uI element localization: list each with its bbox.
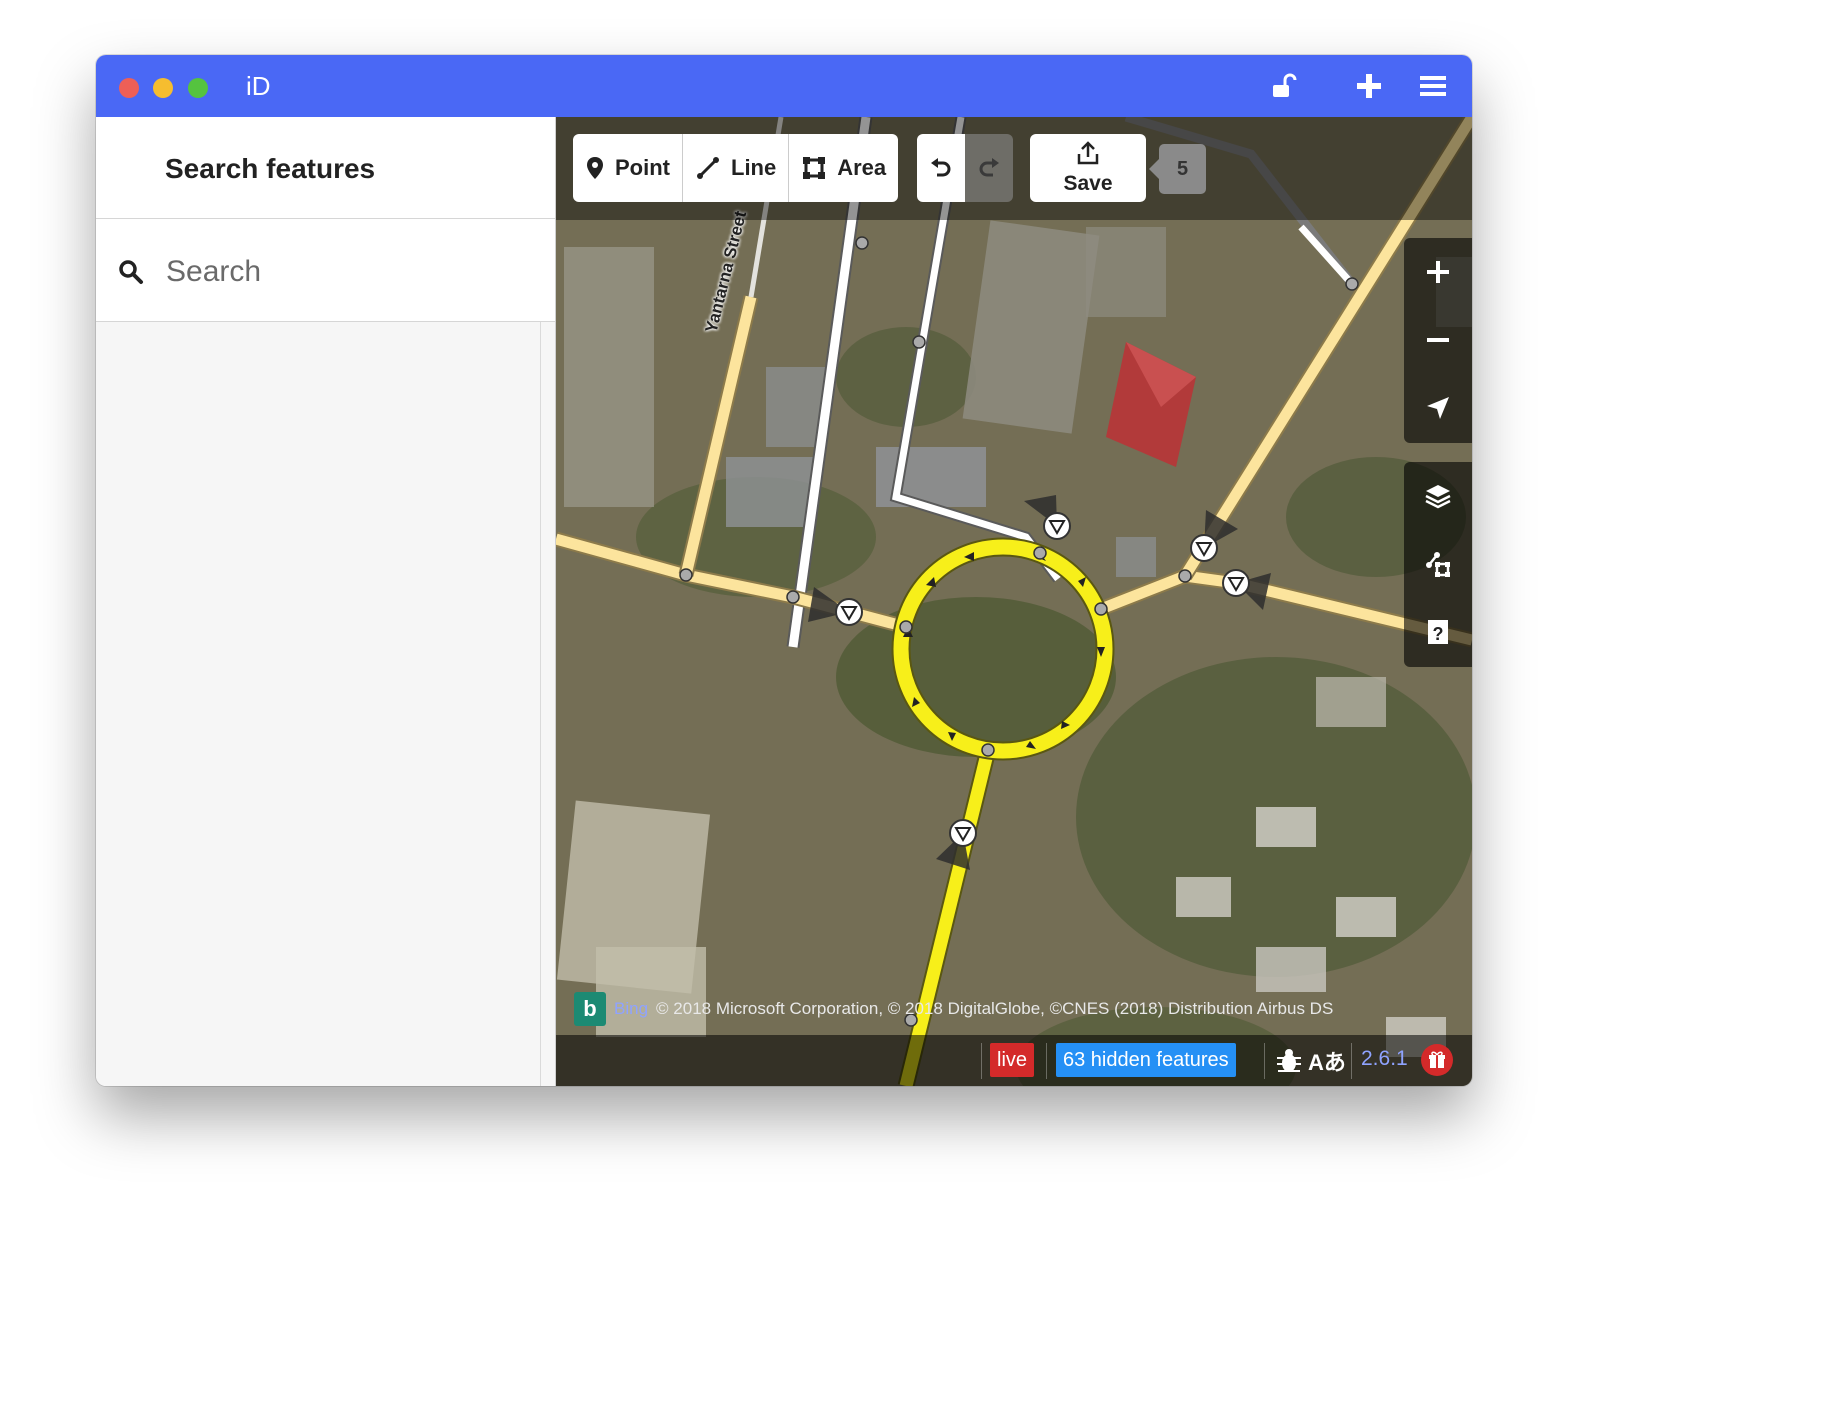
sidebar-title: Search features: [165, 153, 376, 184]
undo-icon: [931, 158, 951, 177]
menu-hamburger-icon[interactable]: [1416, 69, 1450, 103]
imagery-attribution: b Bing © 2018 Microsoft Corporation, © 2…: [574, 992, 1333, 1026]
add-feature-group: Point Line Area: [573, 134, 899, 202]
bug-icon[interactable]: [1274, 1046, 1304, 1076]
zoom-out-button[interactable]: [1404, 306, 1472, 374]
save-label: Save: [1063, 172, 1113, 195]
svg-text:?: ?: [1433, 624, 1444, 644]
redo-button[interactable]: [965, 134, 1013, 202]
panel-controls: ?: [1404, 462, 1472, 667]
hidden-features-badge[interactable]: 63 hidden features: [1056, 1043, 1236, 1077]
bing-logo-icon: b: [574, 992, 606, 1026]
zoom-in-button[interactable]: [1404, 238, 1472, 306]
edit-count-badge: 5: [1149, 144, 1206, 194]
live-badge: live: [990, 1043, 1035, 1077]
background-layers-button[interactable]: [1404, 462, 1472, 530]
footer-separator: [1351, 1043, 1352, 1079]
app-title: iD: [246, 71, 271, 101]
sidebar: Search features: [96, 117, 556, 1086]
sidebar-scroll-divider: [540, 322, 541, 1086]
footer-separator: [1264, 1043, 1265, 1079]
area-icon: [803, 157, 826, 179]
layers-icon: [1425, 485, 1451, 509]
pin-icon: [587, 157, 603, 179]
map-footer: live 63 hidden features Aあ 2.6.1: [556, 1035, 1472, 1086]
map-data-icon: [1426, 552, 1450, 577]
map-imagery: [556, 117, 1472, 1086]
attribution-brand[interactable]: Bing: [614, 999, 648, 1019]
search-input[interactable]: [164, 249, 538, 295]
map-data-button[interactable]: [1404, 530, 1472, 598]
undo-redo-group: [917, 134, 1013, 202]
search-icon: [119, 260, 143, 284]
new-tab-plus-icon[interactable]: [1352, 69, 1386, 103]
footer-separator: [981, 1043, 982, 1079]
geolocate-button[interactable]: [1404, 374, 1472, 442]
title-bar: iD: [96, 55, 1472, 117]
sidebar-header: Search features: [96, 117, 555, 219]
minus-icon: [1427, 338, 1449, 342]
unlock-icon[interactable]: [1266, 69, 1300, 103]
attribution-text: © 2018 Microsoft Corporation, © 2018 Dig…: [656, 999, 1334, 1018]
add-line-button[interactable]: Line: [683, 134, 790, 202]
add-area-label: Area: [837, 155, 887, 180]
line-icon: [697, 157, 719, 179]
plus-icon: [1427, 261, 1449, 283]
language-icon[interactable]: Aあ: [1308, 1045, 1346, 1077]
save-button[interactable]: Save: [1030, 134, 1146, 202]
add-area-button[interactable]: Area: [789, 134, 898, 202]
version-label[interactable]: 2.6.1: [1361, 1047, 1408, 1071]
app-window: iD Search features Search Yantarna Stree…: [96, 55, 1472, 1086]
undo-button[interactable]: [917, 134, 965, 202]
upload-icon: [1077, 141, 1099, 165]
maximize-window-button[interactable]: [188, 78, 208, 98]
top-toolbar: Point Line Area Save 5: [556, 117, 1472, 220]
add-point-label: Point: [615, 155, 670, 180]
map-view[interactable]: Yantarna Street Point Line Area Save 5 ?…: [556, 117, 1472, 1086]
search-box: [96, 219, 555, 322]
add-point-button[interactable]: Point: [573, 134, 683, 202]
close-window-button[interactable]: [119, 78, 139, 98]
minimize-window-button[interactable]: [153, 78, 173, 98]
footer-separator: [1046, 1043, 1047, 1079]
location-arrow-icon: [1427, 397, 1449, 419]
help-button[interactable]: ?: [1404, 598, 1472, 666]
add-line-label: Line: [731, 155, 777, 180]
zoom-controls: [1404, 238, 1472, 443]
gift-icon[interactable]: [1421, 1044, 1453, 1076]
redo-icon: [979, 158, 999, 177]
help-icon: ?: [1428, 620, 1448, 644]
